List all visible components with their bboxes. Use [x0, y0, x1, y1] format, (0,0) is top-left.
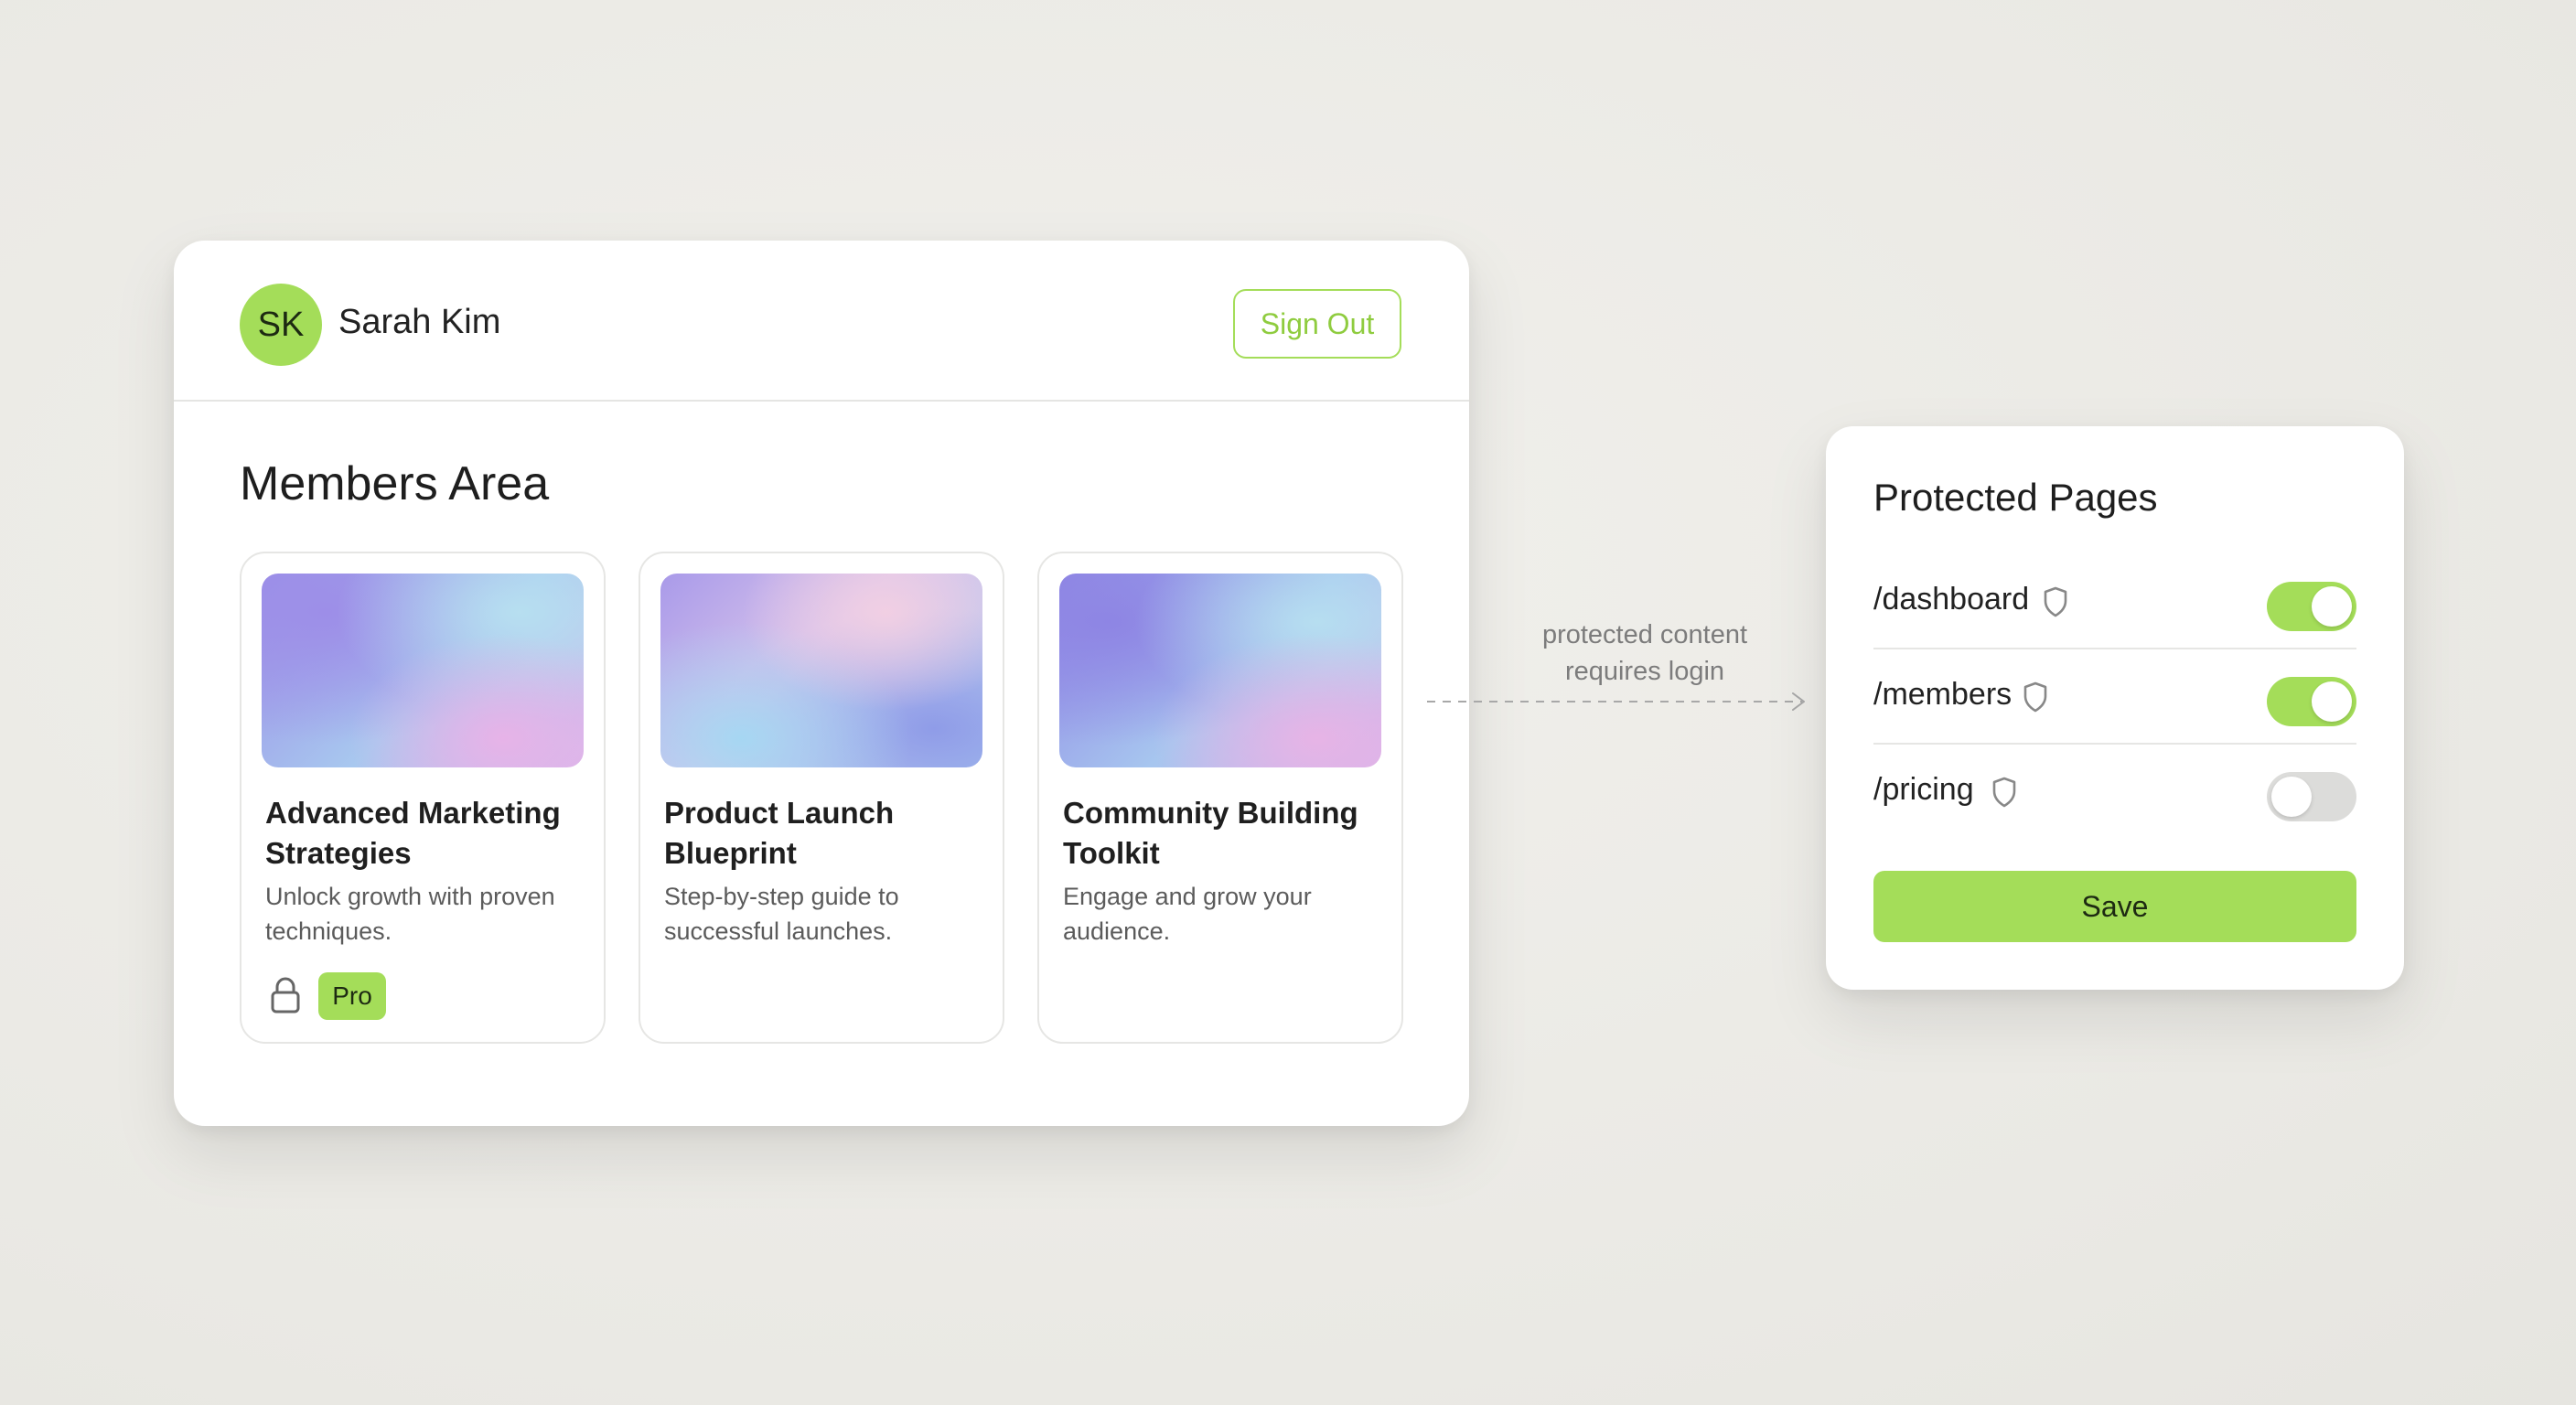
toggle-dashboard[interactable] [2267, 582, 2356, 631]
card-title: Advanced Marketing Strategies [265, 796, 561, 870]
avatar[interactable]: SK [240, 284, 322, 366]
toggle-knob [2312, 681, 2352, 722]
sign-out-button[interactable]: Sign Out [1233, 289, 1401, 359]
user-name: Sarah Kim [338, 303, 501, 341]
course-card[interactable]: Community Building Toolkit Engage and gr… [1037, 552, 1403, 1044]
route-row-pricing: /pricing [1873, 745, 2356, 840]
window-header: SK Sarah Kim Sign Out [174, 241, 1469, 402]
card-description: Unlock growth with proven techniques. [265, 883, 555, 945]
toggle-knob [2312, 586, 2352, 627]
arrow-right-icon [1427, 692, 1805, 711]
card-thumbnail [1059, 574, 1381, 767]
toggle-members[interactable] [2267, 677, 2356, 726]
route-row-members: /members [1873, 649, 2356, 745]
route-path: /pricing [1873, 772, 1974, 807]
card-thumbnail [660, 574, 982, 767]
card-thumbnail [262, 574, 584, 767]
page-title: Members Area [240, 457, 550, 510]
shield-icon [2044, 586, 2067, 617]
card-description: Step-by-step guide to successful launche… [664, 883, 899, 945]
card-title: Product Launch Blueprint [664, 796, 895, 870]
route-row-dashboard: /dashboard [1873, 554, 2356, 649]
connector-label: protected content requires login [1508, 617, 1782, 690]
card-description: Engage and grow your audience. [1063, 883, 1312, 945]
route-path: /dashboard [1873, 582, 2030, 617]
toggle-pricing[interactable] [2267, 772, 2356, 821]
lock-icon [271, 977, 300, 1014]
card-title: Community Building Toolkit [1063, 796, 1358, 870]
course-card[interactable]: Advanced Marketing Strategies Unlock gro… [240, 552, 606, 1044]
course-card[interactable]: Product Launch Blueprint Step-by-step gu… [639, 552, 1004, 1044]
route-path: /members [1873, 677, 2012, 712]
pro-badge: Pro [318, 972, 386, 1020]
panel-title: Protected Pages [1873, 476, 2158, 519]
members-window: SK Sarah Kim Sign Out Members Area Advan… [174, 241, 1469, 1126]
shield-icon [2023, 681, 2047, 713]
toggle-knob [2271, 777, 2312, 817]
connector-label-line: protected content [1541, 620, 1748, 649]
connector-label-line: requires login [1564, 657, 1725, 686]
canvas: SK Sarah Kim Sign Out Members Area Advan… [0, 0, 2576, 1405]
save-button[interactable]: Save [1873, 871, 2356, 942]
protected-pages-panel: Protected Pages /dashboard /members /pri… [1826, 426, 2404, 990]
shield-icon [1992, 777, 2016, 808]
